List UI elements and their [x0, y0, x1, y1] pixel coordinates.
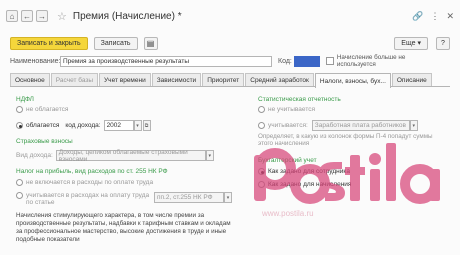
code-label: Код:: [278, 57, 292, 65]
counted-input[interactable]: Заработная плата работников: [311, 120, 410, 131]
tab-taxes[interactable]: Налоги, взносы, бух...: [314, 73, 391, 88]
save-close-button[interactable]: Записать и закрыть: [10, 36, 88, 50]
name-label: Наименование:: [10, 57, 61, 65]
in-expenses-label: учитывается в расходах на оплату труда п…: [26, 192, 150, 206]
home-icon[interactable]: ⌂: [6, 10, 18, 22]
income-type-input[interactable]: Доходы, целиком облагаемые страховыми вз…: [55, 149, 206, 163]
counted-radio[interactable]: [258, 122, 265, 129]
article-input[interactable]: пп.2, ст.255 НК РФ: [154, 192, 224, 203]
link-icon[interactable]: 🔗: [412, 11, 423, 22]
window-title: Премия (Начисление) *: [72, 10, 182, 22]
tab-bar: Основное Расчет базы Учет времени Зависи…: [10, 73, 450, 88]
accrual-description: Начисления стимулирующего характера, в т…: [16, 212, 231, 243]
insurance-title: Страховые взносы: [16, 138, 73, 145]
in-expenses-radio[interactable]: [16, 192, 23, 199]
not-in-expenses-row: не включается в расходы по оплате труда: [16, 179, 153, 186]
income-code-input[interactable]: 2002: [103, 120, 134, 131]
income-code-open-icon[interactable]: ⧉: [142, 120, 151, 131]
not-counted-row: не учитывается: [258, 106, 315, 113]
tab-main[interactable]: Основное: [10, 73, 50, 86]
income-type-label: Вид дохода:: [16, 152, 53, 159]
ndfl-taxed-row: облагается код дохода: 2002 ▾ ⧉: [16, 120, 151, 131]
favorite-star-icon[interactable]: ☆: [57, 10, 67, 23]
code-input[interactable]: [293, 55, 320, 67]
not-in-expenses-radio[interactable]: [16, 179, 23, 186]
in-expenses-row: учитывается в расходах на оплату труда п…: [16, 192, 232, 206]
save-button[interactable]: Записать: [93, 36, 138, 50]
back-icon[interactable]: ←: [21, 10, 33, 22]
help-button[interactable]: ?: [436, 36, 450, 50]
document-icon[interactable]: ▤: [143, 36, 158, 50]
income-type-dropdown[interactable]: ▾: [205, 150, 214, 161]
not-taxed-radio[interactable]: [16, 106, 23, 113]
not-taxed-label: не облагается: [26, 106, 69, 113]
ndfl-not-taxed-row: не облагается: [16, 106, 68, 113]
tab-avg-earnings[interactable]: Средний заработок: [245, 73, 314, 86]
name-row: Наименование: Премия за производственные…: [10, 54, 450, 68]
taxed-radio[interactable]: [16, 122, 23, 129]
more-dots-icon[interactable]: ⋮: [430, 11, 439, 22]
not-in-expenses-label: не включается в расходы по оплате труда: [26, 179, 154, 186]
title-bar: ⌂ ← → ☆ Премия (Начисление) * 🔗 ⋮ ✕: [0, 0, 460, 32]
not-counted-radio[interactable]: [258, 106, 265, 113]
not-used-checkbox[interactable]: [325, 57, 334, 65]
tab-description[interactable]: Описание: [391, 73, 432, 86]
tab-time[interactable]: Учет времени: [99, 73, 151, 86]
toolbar: Записать и закрыть Записать ▤ Еще ▾ ?: [10, 36, 450, 50]
taxed-label: облагается: [26, 122, 60, 129]
income-code-label: код дохода:: [65, 122, 101, 129]
close-icon[interactable]: ✕: [446, 11, 454, 22]
ndfl-title: НДФЛ: [16, 96, 34, 103]
tab-priority[interactable]: Приоритет: [202, 73, 245, 86]
counted-row: учитывается: Заработная плата работников…: [258, 120, 418, 131]
postila-watermark-logo: [254, 143, 440, 204]
tab-base[interactable]: Расчет базы: [50, 73, 99, 86]
forward-icon[interactable]: →: [36, 10, 48, 22]
counted-dropdown[interactable]: ▾: [409, 120, 418, 131]
article-dropdown[interactable]: ▾: [224, 192, 232, 203]
income-type-row: Вид дохода: Доходы, целиком облагаемые с…: [16, 149, 214, 163]
profit-tax-title: Налог на прибыль, вид расходов по ст. 25…: [16, 168, 168, 175]
tab-dependencies[interactable]: Зависимости: [151, 73, 202, 86]
income-code-dropdown[interactable]: ▾: [133, 120, 142, 131]
more-button[interactable]: Еще ▾: [394, 36, 428, 50]
stat-title: Статистическая отчетность: [258, 96, 341, 103]
not-counted-label: не учитывается: [268, 106, 315, 113]
watermark-url: www.postila.ru: [262, 209, 314, 218]
counted-label: учитывается:: [268, 122, 308, 129]
name-input[interactable]: Премия за производственные результаты: [60, 55, 272, 67]
not-used-label: Начисление больше не используется: [336, 54, 406, 68]
